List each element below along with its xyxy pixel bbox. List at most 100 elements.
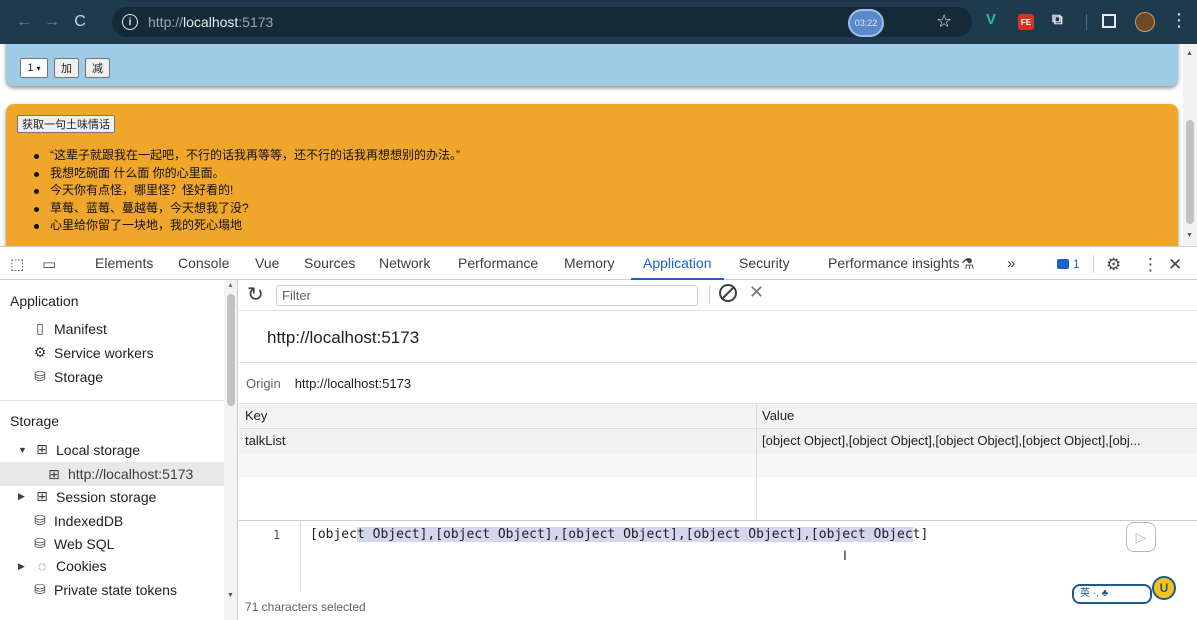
step-select[interactable]: 1 ▾ (20, 58, 48, 78)
sidebar-item-cookies[interactable]: ▶ ◌ Cookies (18, 558, 107, 574)
sidebar-item-private-state-tokens[interactable]: ⛁ Private state tokens (32, 581, 177, 598)
profile-avatar[interactable] (1135, 12, 1155, 32)
table-grid-icon: ⊞ (48, 465, 60, 482)
tab-elements[interactable]: Elements (95, 247, 153, 280)
column-header-key[interactable]: Key (245, 408, 267, 423)
row-value[interactable]: [object Object],[object Object],[object … (762, 433, 1141, 448)
subtract-button[interactable]: 减 (85, 58, 110, 78)
url-prefix: http:// (148, 14, 184, 30)
document-icon: ▯ (36, 320, 44, 336)
tab-network[interactable]: Network (379, 247, 430, 280)
address-bar[interactable]: i http://localhost:5173 (112, 7, 972, 37)
back-button[interactable]: ← (10, 8, 38, 36)
line-number: 1 (273, 528, 281, 542)
text-cursor-icon: I (843, 547, 847, 563)
sidebar-item-storage[interactable]: ⛁ Storage (32, 368, 103, 385)
origin-label: Origin (246, 375, 281, 391)
scroll-up-arrow-icon[interactable]: ▲ (1186, 50, 1193, 57)
counter-card: 1 ▾ 加 减 (6, 44, 1178, 86)
sidebar-item-local-storage-origin[interactable]: ⊞ http://localhost:5173 (0, 462, 224, 486)
table-grid-icon: ⊞ (36, 488, 48, 504)
issues-badge[interactable]: 1 (1057, 257, 1080, 271)
url-host: localhost (183, 14, 239, 30)
sidebar-item-label: Local storage (56, 441, 141, 458)
database-icon: ⛁ (34, 535, 46, 551)
forward-button[interactable]: → (38, 8, 66, 36)
code-selection: t Object],[object Object],[object Object… (356, 527, 913, 542)
tab-application[interactable]: Application (631, 247, 724, 280)
ime-status-bar[interactable]: 英 ·, ♣ (1072, 584, 1152, 604)
clear-all-icon[interactable] (719, 284, 737, 302)
collapsed-triangle-icon[interactable]: ▶ (18, 491, 28, 502)
fe-extension-icon[interactable]: FE (1018, 14, 1034, 30)
inspect-element-icon[interactable]: ⬚ (10, 255, 24, 273)
page-scrollbar[interactable]: ▲ ▼ (1183, 44, 1197, 246)
reload-button[interactable]: C (66, 8, 94, 36)
sidebar-item-label: Manifest (54, 320, 107, 337)
line-gutter: 1 (239, 521, 301, 591)
column-divider[interactable] (756, 404, 757, 520)
tab-performance[interactable]: Performance (458, 247, 538, 280)
toolbar-divider (1086, 14, 1087, 30)
tab-console[interactable]: Console (178, 247, 229, 280)
code-text: [objec (310, 527, 357, 542)
scroll-down-arrow-icon[interactable]: ▼ (227, 592, 234, 599)
bookmark-star-icon[interactable]: ☆ (936, 11, 952, 32)
add-button[interactable]: 加 (54, 58, 79, 78)
origin-value: http://localhost:5173 (294, 375, 412, 391)
sidebar-scrollbar[interactable]: ▲ ▼ (224, 280, 237, 620)
sidebar-item-label: IndexedDB (54, 512, 124, 529)
tab-security[interactable]: Security (739, 247, 790, 280)
tab-performance-insights[interactable]: Performance insights (828, 247, 960, 280)
device-toolbar-icon[interactable]: ▭ (42, 255, 56, 273)
sidebar-item-session-storage[interactable]: ▶ ⊞ Session storage (18, 488, 156, 505)
devtools-menu-icon[interactable]: ⋮ (1142, 255, 1159, 275)
delete-selected-icon[interactable]: ✕ (749, 282, 764, 303)
sidebar-item-label: Service workers (54, 344, 154, 361)
tab-vue[interactable]: Vue (255, 247, 279, 280)
column-header-value[interactable]: Value (762, 408, 794, 423)
filter-input[interactable]: Filter (276, 285, 698, 306)
tab-sources[interactable]: Sources (304, 247, 355, 280)
sidebar-item-local-storage[interactable]: ▼ ⊞ Local storage (18, 441, 140, 458)
sidebar-section-storage: Storage (10, 413, 60, 429)
vue-devtools-extension-icon[interactable]: V (986, 11, 996, 28)
settings-gear-icon[interactable]: ⚙ (1106, 255, 1121, 275)
browser-menu-icon[interactable]: ⋮ (1170, 10, 1188, 31)
chevron-down-icon: ▾ (36, 63, 41, 73)
devtools-tab-bar: ⬚ ▭ Elements Console Vue Sources Network… (0, 246, 1197, 280)
scroll-up-arrow-icon[interactable]: ▲ (227, 282, 234, 289)
database-icon: ⛁ (34, 581, 46, 597)
refresh-icon[interactable]: ↻ (247, 282, 264, 307)
sidebar-item-label: Cookies (56, 558, 107, 574)
scrollbar-thumb[interactable] (1186, 120, 1194, 224)
scrollbar-thumb[interactable] (227, 294, 235, 406)
row-key[interactable]: talkList (245, 433, 285, 448)
preview-code[interactable]: [object Object],[object Object],[object … (310, 527, 928, 542)
sidebar-item-indexeddb[interactable]: ⛁ IndexedDB (32, 512, 123, 529)
ime-logo-icon[interactable]: U (1152, 576, 1176, 600)
scroll-down-arrow-icon[interactable]: ▼ (1186, 232, 1193, 239)
sidebar-item-label: Session storage (56, 488, 157, 505)
table-grid-icon: ⊞ (36, 441, 48, 457)
side-panel-icon[interactable] (1102, 14, 1116, 28)
table-row[interactable]: talkList [object Object],[object Object]… (239, 429, 1197, 453)
collapsed-triangle-icon[interactable]: ▶ (18, 561, 28, 572)
empty-row (239, 453, 1197, 477)
browser-toolbar: ← → C i http://localhost:5173 03:22 ☆ V … (0, 0, 1197, 44)
sidebar-item-web-sql[interactable]: ⛁ Web SQL (32, 535, 114, 552)
talk-card: 获取一句土味情话 “这辈子就跟我在一起吧，不行的话我再等等，还不行的话我再想想别… (6, 104, 1178, 246)
sidebar-item-manifest[interactable]: ▯ Manifest (32, 320, 107, 337)
site-info-icon[interactable]: i (122, 14, 138, 30)
more-tabs-button[interactable]: » (1007, 255, 1015, 272)
fetch-talk-button[interactable]: 获取一句土味情话 (17, 115, 115, 133)
extensions-puzzle-icon[interactable]: ⧉ (1052, 11, 1063, 28)
close-devtools-icon[interactable]: ✕ (1168, 255, 1182, 275)
page-viewport: 1 ▾ 加 减 获取一句土味情话 “这辈子就跟我在一起吧，不行的话我再等等，还不行… (0, 44, 1197, 246)
tab-memory[interactable]: Memory (564, 247, 615, 280)
application-sidebar: Application ▯ Manifest ⚙ Service workers ⛁… (0, 280, 238, 620)
sidebar-item-service-workers[interactable]: ⚙ Service workers (32, 344, 154, 361)
sidebar-item-label: Private state tokens (54, 581, 177, 598)
expanded-triangle-icon[interactable]: ▼ (18, 445, 28, 455)
play-icon[interactable]: ▷ (1126, 522, 1156, 552)
